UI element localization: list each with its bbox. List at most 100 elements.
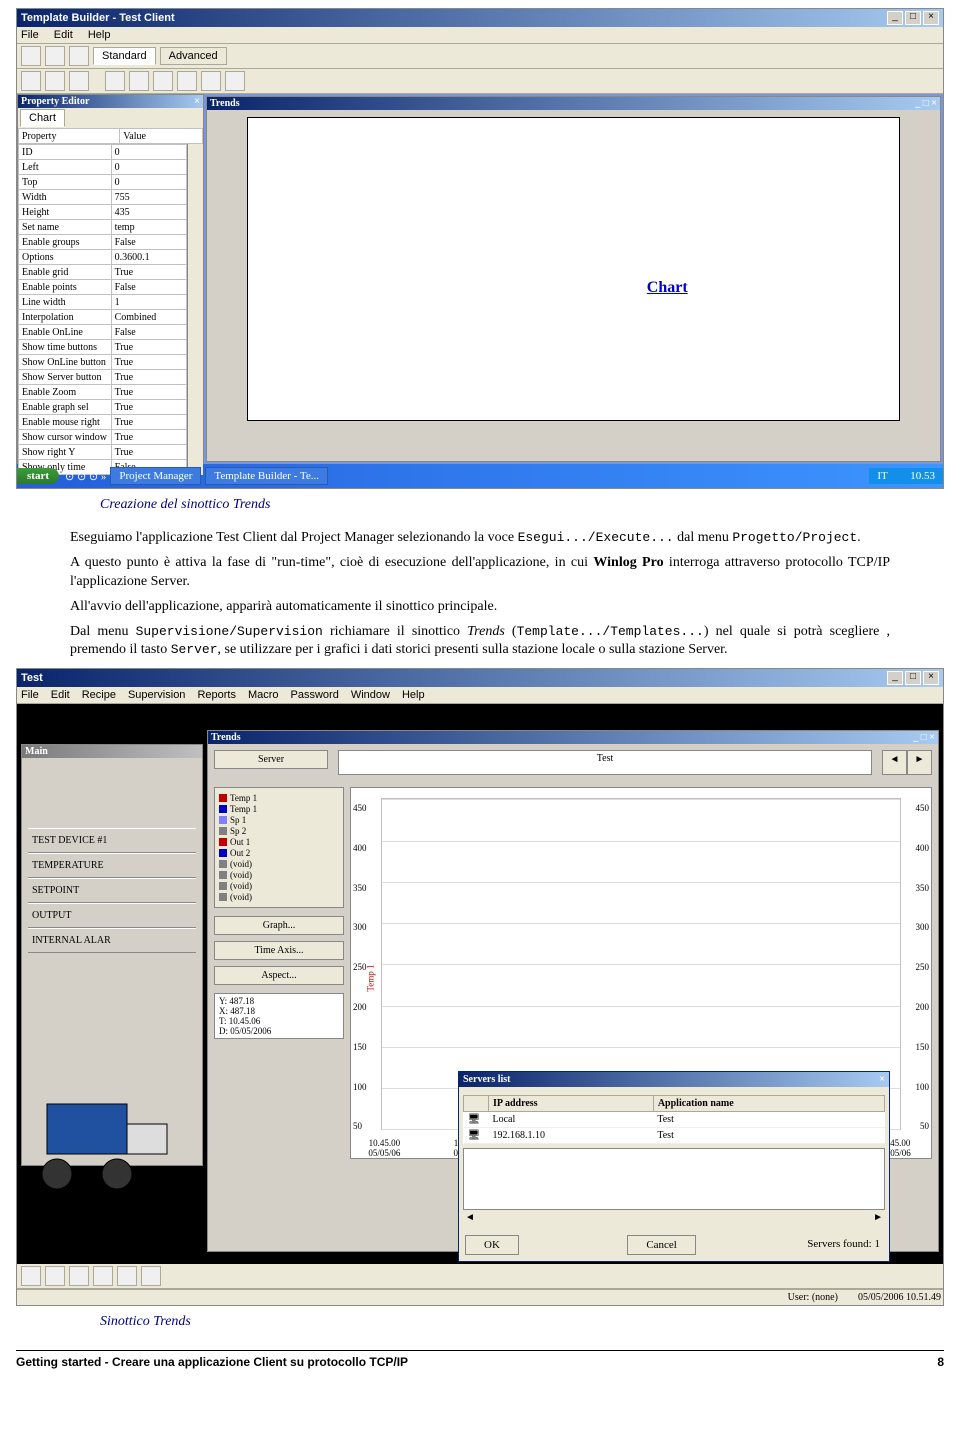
prop-value[interactable]: 0 (111, 160, 187, 175)
prop-value[interactable]: True (111, 385, 187, 400)
col-app: Application name (653, 1096, 884, 1112)
grid-icon[interactable] (129, 71, 149, 91)
prop-value[interactable]: 1 (111, 295, 187, 310)
aspect-button[interactable]: Aspect... (214, 966, 344, 985)
time-axis-button[interactable]: Time Axis... (214, 941, 344, 960)
scroll-left-icon[interactable]: ◄ (465, 1212, 475, 1223)
tool-icon[interactable] (141, 1266, 161, 1286)
scroll-left-button[interactable]: ◄ (882, 750, 907, 775)
legend-item: (void) (219, 881, 339, 891)
prop-value[interactable]: 435 (111, 205, 187, 220)
property-table: PropertyValue (18, 128, 203, 144)
ok-button[interactable]: OK (465, 1235, 519, 1255)
prop-value[interactable]: True (111, 445, 187, 460)
save-icon[interactable] (69, 46, 89, 66)
prop-key: Enable mouse right (19, 415, 112, 430)
chart-tab[interactable]: Chart (20, 109, 65, 127)
run-icon[interactable] (225, 71, 245, 91)
prop-value[interactable]: True (111, 370, 187, 385)
menu-file[interactable]: File (21, 29, 39, 41)
prop-value[interactable]: Combined (111, 310, 187, 325)
prop-value[interactable]: 0.3600.1 (111, 250, 187, 265)
trends-panel: Trends _ □ × Server Test ◄ ► Temp 1Temp … (207, 730, 939, 1252)
y-tick-right: 400 (916, 843, 930, 853)
paragraph-3: All'avvio dell'applicazione, apparirà au… (70, 598, 890, 617)
copy-icon[interactable] (45, 71, 65, 91)
taskbar-item[interactable]: Project Manager (110, 467, 201, 485)
main-item: INTERNAL ALAR (28, 928, 196, 953)
close-icon[interactable]: × (879, 1074, 885, 1085)
scrollbar[interactable] (187, 144, 203, 475)
snap-icon[interactable] (201, 71, 221, 91)
menu-item[interactable]: Recipe (82, 689, 116, 701)
cut-icon[interactable] (21, 71, 41, 91)
close-button[interactable]: × (923, 671, 939, 685)
menu-item[interactable]: File (21, 689, 39, 701)
prop-value[interactable]: True (111, 340, 187, 355)
prop-key: Width (19, 190, 112, 205)
server-button[interactable]: Server (214, 750, 328, 769)
window-controls[interactable]: _ □ × (913, 732, 935, 743)
close-button[interactable]: × (923, 11, 939, 25)
tab-advanced[interactable]: Advanced (160, 47, 227, 65)
legend-item: Out 2 (219, 848, 339, 858)
cancel-button[interactable]: Cancel (627, 1235, 696, 1255)
prop-value[interactable]: False (111, 235, 187, 250)
window-title: Test (21, 672, 43, 684)
menu-item[interactable]: Reports (197, 689, 236, 701)
maximize-button[interactable]: □ (905, 671, 921, 685)
toolbar-2 (17, 69, 943, 94)
menu-item[interactable]: Help (402, 689, 425, 701)
menu-item[interactable]: Edit (51, 689, 70, 701)
server-row[interactable]: 🖥LocalTest (464, 1112, 885, 1128)
prop-value[interactable]: temp (111, 220, 187, 235)
graph-button[interactable]: Graph... (214, 916, 344, 935)
tool-icon[interactable] (45, 1266, 65, 1286)
menu-edit[interactable]: Edit (54, 29, 73, 41)
layer-icon[interactable] (177, 71, 197, 91)
tooltip-line: X: 487.18 (219, 1006, 339, 1016)
prop-value[interactable]: 0 (111, 175, 187, 190)
status-user: User: (none) (788, 1292, 838, 1303)
tool-icon[interactable] (117, 1266, 137, 1286)
prop-value[interactable]: False (111, 280, 187, 295)
close-icon[interactable]: _ □ × (915, 98, 937, 109)
taskbar-item[interactable]: Template Builder - Te... (205, 467, 328, 485)
tool-icon[interactable] (93, 1266, 113, 1286)
tool-icon[interactable] (21, 1266, 41, 1286)
start-button[interactable]: start (17, 468, 59, 484)
open-icon[interactable] (45, 46, 65, 66)
prop-value[interactable]: True (111, 415, 187, 430)
tool-icon[interactable] (69, 1266, 89, 1286)
prop-value[interactable]: 755 (111, 190, 187, 205)
menu-item[interactable]: Supervision (128, 689, 185, 701)
tooltip-line: D: 05/05/2006 (219, 1026, 339, 1036)
minimize-button[interactable]: _ (887, 671, 903, 685)
prop-value[interactable]: True (111, 265, 187, 280)
prop-value[interactable]: True (111, 400, 187, 415)
caption-1: Creazione del sinottico Trends (100, 497, 960, 513)
y-tick-right: 300 (916, 922, 930, 932)
prop-value[interactable]: False (111, 325, 187, 340)
scroll-right-icon[interactable]: ► (873, 1212, 883, 1223)
prop-value[interactable]: 0 (111, 145, 187, 160)
menu-item[interactable]: Macro (248, 689, 279, 701)
close-icon[interactable]: × (194, 96, 200, 107)
prop-value[interactable]: True (111, 430, 187, 445)
align-icon[interactable] (153, 71, 173, 91)
select-icon[interactable] (105, 71, 125, 91)
server-row[interactable]: 🖥192.168.1.10Test (464, 1128, 885, 1144)
prop-key: Show time buttons (19, 340, 112, 355)
minimize-button[interactable]: _ (887, 11, 903, 25)
new-icon[interactable] (21, 46, 41, 66)
tab-standard[interactable]: Standard (93, 47, 156, 65)
maximize-button[interactable]: □ (905, 11, 921, 25)
prop-key: Show Server button (19, 370, 112, 385)
menu-item[interactable]: Password (291, 689, 339, 701)
scroll-right-button[interactable]: ► (907, 750, 932, 775)
bottom-toolbar (17, 1264, 943, 1289)
menu-item[interactable]: Window (351, 689, 390, 701)
prop-value[interactable]: True (111, 355, 187, 370)
menu-help[interactable]: Help (88, 29, 111, 41)
paste-icon[interactable] (69, 71, 89, 91)
